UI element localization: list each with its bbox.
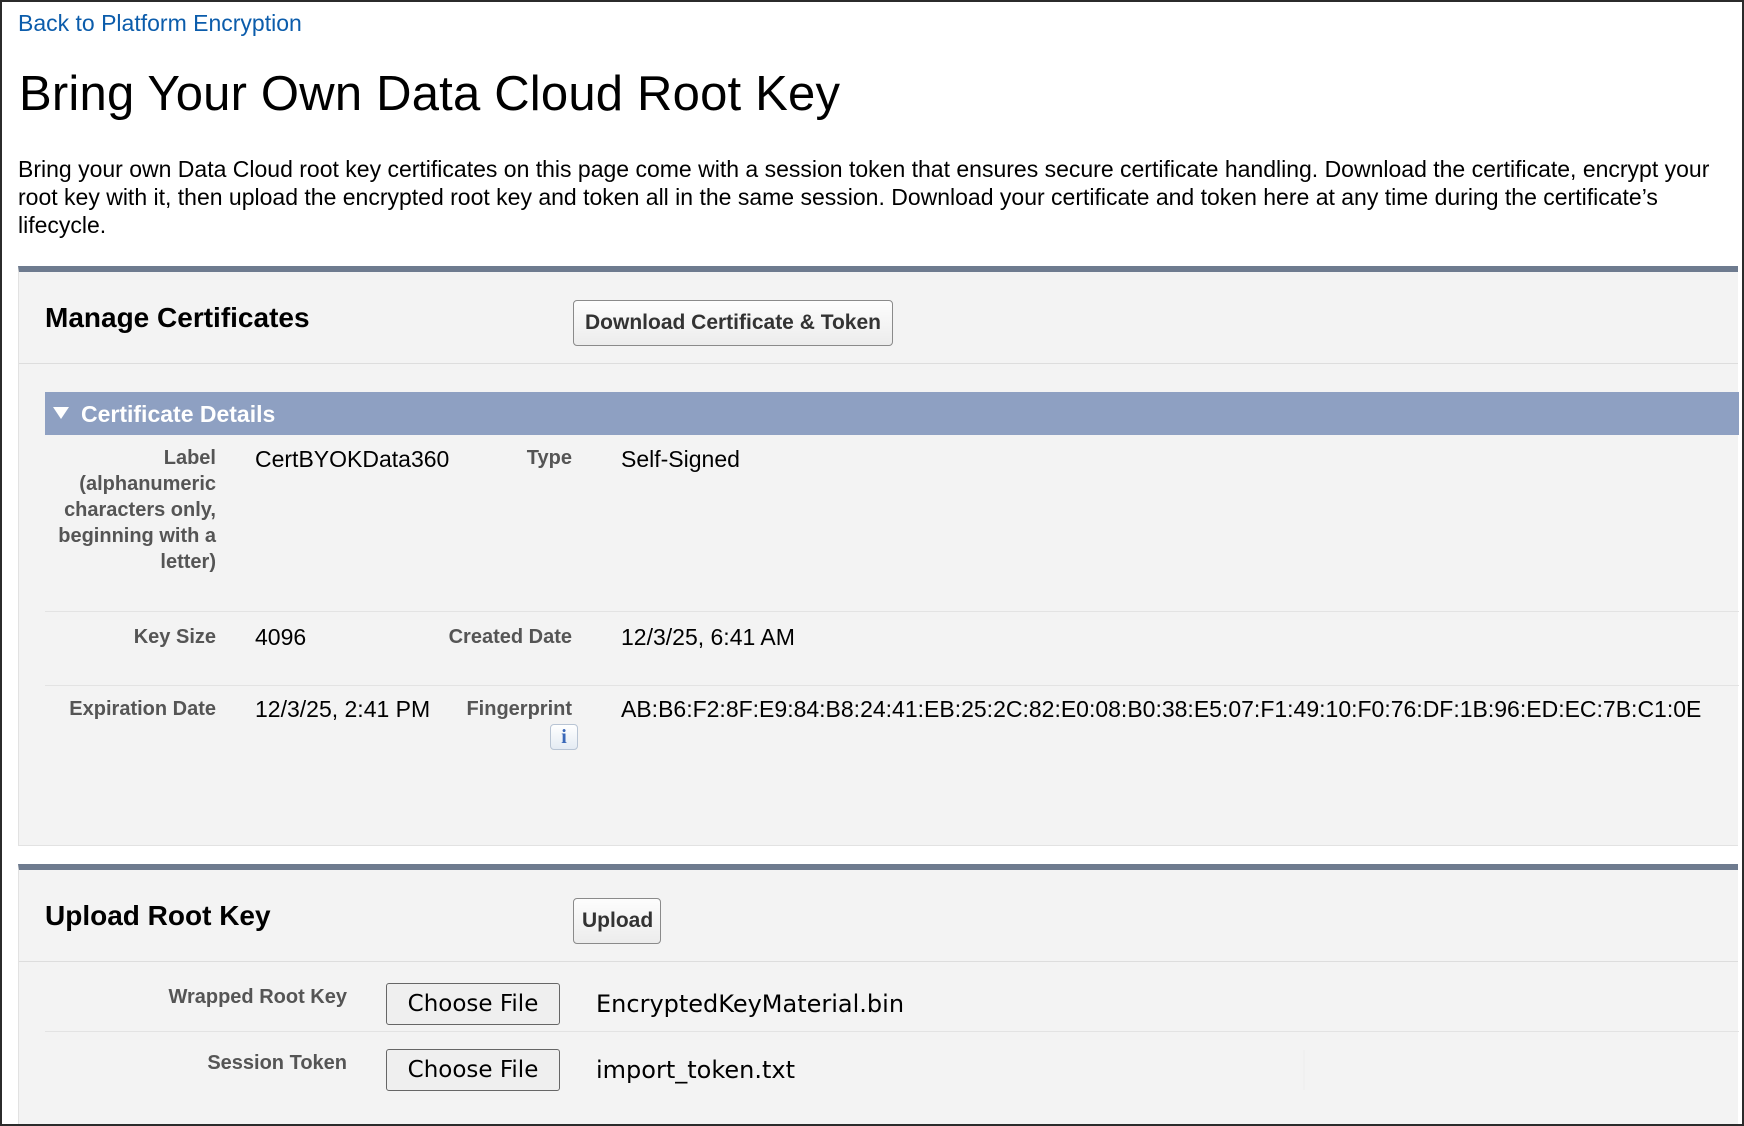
created-date-value: 12/3/25, 6:41 AM: [621, 624, 795, 650]
manage-certificates-header: Manage Certificates Download Certificate…: [19, 272, 1738, 364]
wrapped-root-key-row: Wrapped Root Key Choose File EncryptedKe…: [45, 966, 1739, 1032]
info-icon[interactable]: i: [550, 724, 578, 750]
type-field-value: Self-Signed: [621, 446, 740, 472]
wrapped-root-key-file-name: EncryptedKeyMaterial.bin: [596, 990, 905, 1018]
wrapped-root-key-choose-file-button[interactable]: Choose File: [386, 983, 560, 1025]
page-intro-text: Bring your own Data Cloud root key certi…: [18, 156, 1710, 238]
label-field-label: Label (alphanumeric characters only, beg…: [58, 447, 216, 573]
certificate-details-section-header[interactable]: Certificate Details: [45, 392, 1739, 435]
detail-row-keysize-created: Key Size 4096 Created Date 12/3/25, 6:41…: [45, 612, 1739, 686]
page-title: Bring Your Own Data Cloud Root Key: [19, 67, 841, 121]
expiration-date-label: Expiration Date: [69, 698, 216, 720]
upload-root-key-header: Upload Root Key Upload: [19, 870, 1738, 962]
session-token-row: Session Token Choose File import_token.t…: [45, 1032, 1739, 1098]
manage-certificates-panel: Manage Certificates Download Certificate…: [18, 266, 1739, 846]
session-token-choose-file-button[interactable]: Choose File: [386, 1049, 560, 1091]
manage-certificates-title: Manage Certificates: [45, 302, 310, 333]
session-token-label: Session Token: [207, 1052, 347, 1074]
wrapped-root-key-label: Wrapped Root Key: [168, 986, 347, 1008]
fingerprint-value: AB:B6:F2:8F:E9:84:B8:24:41:EB:25:2C:82:E…: [621, 696, 1702, 722]
detail-row-expiration-fingerprint: Expiration Date 12/3/25, 2:41 PM Fingerp…: [45, 686, 1739, 766]
key-size-label: Key Size: [133, 626, 216, 648]
detail-row-label-type: Label (alphanumeric characters only, beg…: [45, 435, 1739, 612]
download-certificate-token-button[interactable]: Download Certificate & Token: [573, 300, 893, 346]
session-token-file-name: import_token.txt: [596, 1056, 796, 1084]
triangle-down-icon[interactable]: [53, 407, 69, 419]
created-date-label: Created Date: [448, 626, 572, 648]
certificate-details-title: Certificate Details: [81, 401, 276, 427]
upload-button[interactable]: Upload: [573, 898, 661, 944]
key-size-value: 4096: [255, 624, 307, 650]
upload-root-key-title: Upload Root Key: [45, 900, 271, 931]
type-field-label: Type: [526, 447, 572, 469]
fingerprint-label: Fingerprint: [466, 698, 572, 720]
back-to-platform-encryption-link[interactable]: Back to Platform Encryption: [18, 10, 302, 37]
upload-root-key-panel: Upload Root Key Upload Wrapped Root Key …: [18, 864, 1739, 1124]
divider: [1303, 1050, 1305, 1090]
